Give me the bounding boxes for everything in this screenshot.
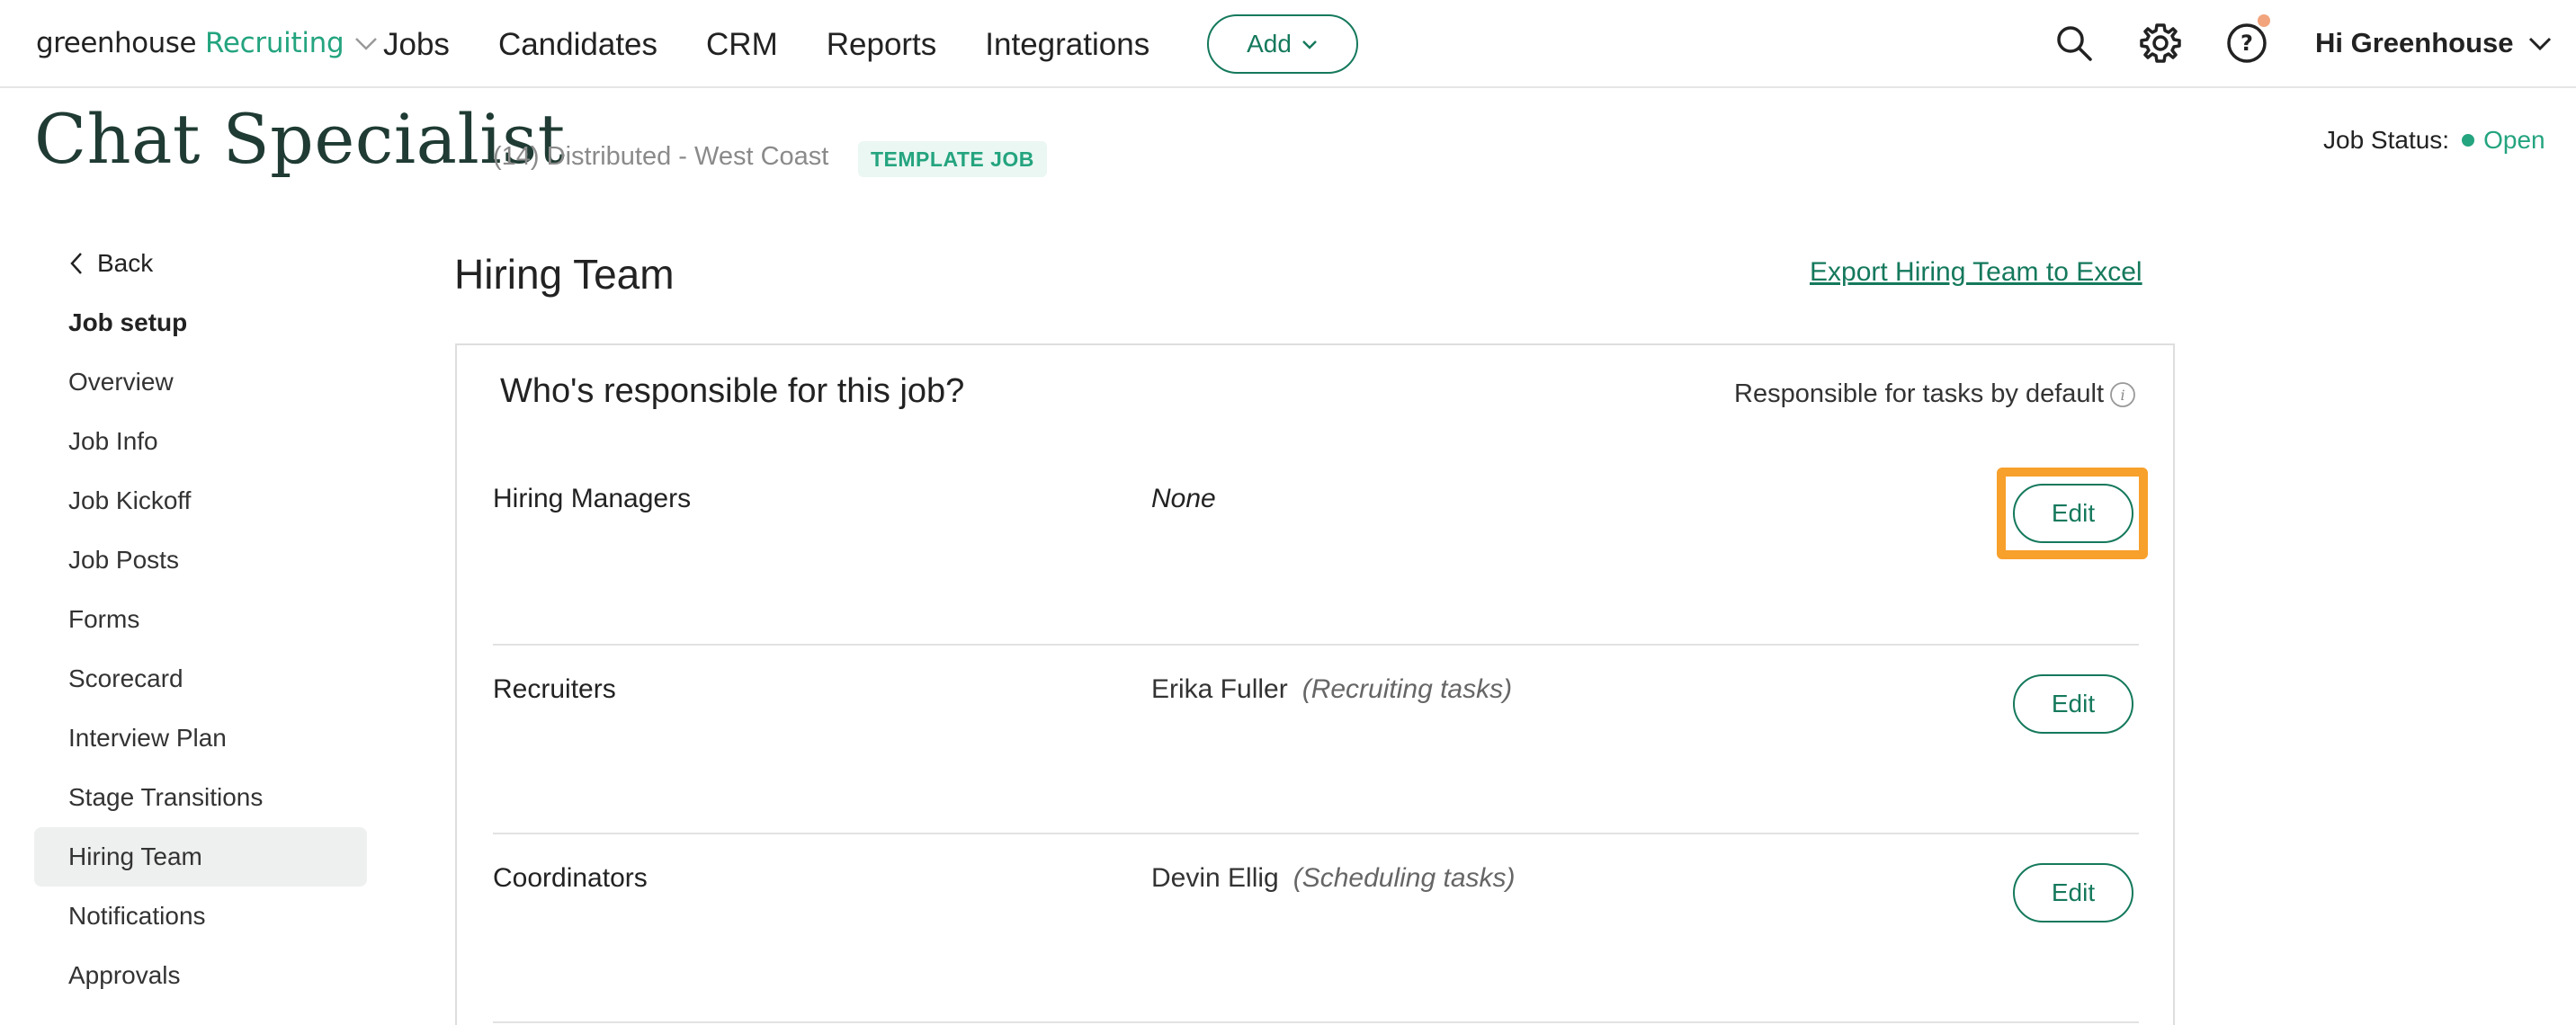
sidebar-item-stage-transitions[interactable]: Stage Transitions — [34, 768, 367, 827]
edit-recruiters-button[interactable]: Edit — [2013, 674, 2133, 734]
user-greeting: Hi Greenhouse — [2315, 27, 2514, 58]
job-title: Chat Specialist — [34, 99, 566, 179]
back-label: Back — [97, 249, 154, 277]
svg-text:?: ? — [2241, 31, 2253, 56]
edit-coordinators-button[interactable]: Edit — [2013, 863, 2133, 922]
greenhouse-logo[interactable]: greenhouse Recruiting — [36, 27, 380, 59]
nav-crm[interactable]: CRM — [706, 27, 778, 63]
row-divider — [493, 644, 2139, 646]
job-meta: (14) Distributed - West Coast — [493, 142, 829, 171]
row-value-name: Devin Ellig — [1151, 863, 1279, 893]
search-icon[interactable] — [2053, 22, 2096, 65]
sidebar-heading: Job setup — [68, 308, 188, 336]
nav-integrations[interactable]: Integrations — [985, 27, 1149, 63]
nav-jobs[interactable]: Jobs — [383, 27, 450, 63]
row-value-name: Erika Fuller — [1151, 674, 1288, 704]
sidebar-item-overview[interactable]: Overview — [34, 352, 367, 412]
responsible-default-label: Responsible for tasks by default i — [1734, 379, 2136, 409]
job-status-label: Job Status: — [2323, 126, 2450, 154]
row-divider — [493, 833, 2139, 834]
help-icon[interactable]: ? — [2225, 22, 2268, 65]
chevron-down-icon — [1302, 40, 1317, 49]
add-button[interactable]: Add — [1207, 14, 1358, 74]
row-label: Recruiters — [493, 674, 616, 704]
chevron-down-icon[interactable] — [353, 30, 380, 57]
sidebar-item-forms[interactable]: Forms — [34, 590, 367, 649]
row-value-task: (Recruiting tasks) — [1301, 674, 1513, 704]
gear-icon[interactable] — [2139, 22, 2182, 65]
logo-product: Recruiting — [205, 27, 344, 59]
status-dot — [2462, 134, 2475, 147]
row-value: None — [1151, 484, 1216, 514]
svg-text:i: i — [2121, 387, 2125, 404]
sidebar-item-job-posts[interactable]: Job Posts — [34, 530, 367, 590]
chevron-down-icon — [2528, 37, 2551, 51]
job-status-value: Open — [2483, 126, 2545, 154]
page-title: Hiring Team — [454, 251, 675, 298]
row-value: Devin Ellig (Scheduling tasks) — [1151, 863, 1516, 894]
row-value-name: None — [1151, 484, 1216, 513]
template-job-badge: TEMPLATE JOB — [858, 141, 1047, 177]
row-value-task: (Scheduling tasks) — [1292, 863, 1516, 893]
back-link[interactable]: Back — [68, 234, 367, 293]
chevron-left-icon — [70, 253, 82, 274]
nav-candidates[interactable]: Candidates — [498, 27, 657, 63]
notification-dot — [2258, 14, 2270, 27]
sidebar-item-job-info[interactable]: Job Info — [34, 412, 367, 471]
user-menu[interactable]: Hi Greenhouse — [2315, 27, 2554, 59]
sidebar-item-interview-plan[interactable]: Interview Plan — [34, 709, 367, 768]
add-button-label: Add — [1247, 30, 1292, 58]
responsible-default-text: Responsible for tasks by default — [1734, 379, 2105, 408]
row-label: Hiring Managers — [493, 484, 692, 513]
info-icon[interactable]: i — [2109, 381, 2136, 408]
export-hiring-team-link[interactable]: Export Hiring Team to Excel — [1810, 257, 2142, 288]
row-label: Coordinators — [493, 863, 648, 893]
sidebar-item-job-kickoff[interactable]: Job Kickoff — [34, 471, 367, 530]
sidebar-item-notifications[interactable]: Notifications — [34, 887, 367, 946]
edit-hiring-managers-button[interactable]: Edit — [2013, 484, 2133, 543]
logo-brand: greenhouse — [36, 27, 197, 59]
hiring-team-panel: Who's responsible for this job? Responsi… — [455, 343, 2175, 1025]
row-divider — [493, 1021, 2139, 1023]
top-navigation: greenhouse Recruiting Jobs Candidates CR… — [0, 0, 2576, 88]
nav-reports[interactable]: Reports — [827, 27, 937, 63]
sidebar-item-scorecard[interactable]: Scorecard — [34, 649, 367, 709]
sidebar-item-hiring-team[interactable]: Hiring Team — [34, 827, 367, 887]
sidebar-item-approvals[interactable]: Approvals — [34, 946, 367, 1005]
panel-question: Who's responsible for this job? — [500, 372, 965, 410]
row-value: Erika Fuller (Recruiting tasks) — [1151, 674, 1512, 705]
main-nav: Jobs Candidates CRM Reports Integrations — [383, 27, 1198, 63]
sidebar: Back Job setup Overview Job Info Job Kic… — [34, 234, 367, 1005]
job-status: Job Status: Open — [2323, 126, 2545, 155]
